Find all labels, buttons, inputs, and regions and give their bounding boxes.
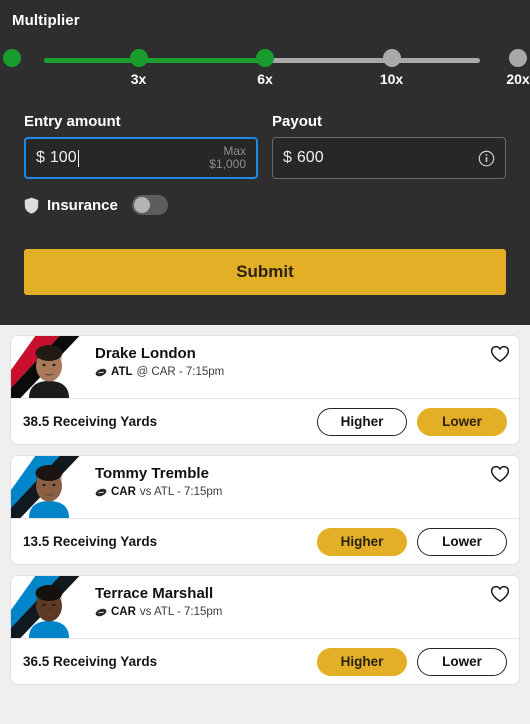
submit-button[interactable]: Submit [24, 249, 506, 295]
slider-stop-6x[interactable] [256, 49, 274, 67]
text-caret [77, 149, 79, 167]
stat-line: 38.5 Receiving Yards [23, 414, 158, 429]
choice-group: Higher Lower [317, 407, 507, 436]
avatar [11, 456, 87, 518]
higher-button[interactable]: Higher [317, 527, 407, 556]
matchup-text: @ CAR - 7:15pm [136, 366, 225, 378]
slider-label-3x: 3x [130, 71, 147, 87]
toggle-knob [133, 197, 150, 213]
favorite-button[interactable] [490, 464, 510, 484]
slider-stop-1x[interactable] [3, 49, 21, 67]
player-info: Tommy Tremble CAR vs ATL - 7:15pm [87, 456, 519, 518]
matchup-text: vs ATL - 7:15pm [139, 486, 223, 498]
player-name: Terrace Marshall [95, 585, 214, 602]
player-info: Drake London ATL @ CAR - 7:15pm [87, 336, 519, 398]
player-matchup: CAR vs ATL - 7:15pm [95, 606, 519, 618]
payout-label: Payout [272, 113, 323, 130]
player-name: Drake London [95, 345, 196, 362]
slider-label-20x: 20x [506, 71, 530, 87]
choice-group: Higher Lower [317, 647, 507, 676]
entry-max-hint: Max $1,000 [209, 145, 246, 171]
shield-icon [24, 197, 39, 214]
multiplier-title: Multiplier [12, 12, 80, 29]
slider-label-6x: 6x [257, 71, 273, 87]
entry-amount-value: 100 [49, 149, 77, 166]
football-icon [95, 368, 107, 377]
submit-row: Submit [12, 249, 518, 295]
multiplier-slider[interactable]: 3x 6x 10x 20x [3, 49, 530, 109]
entry-amount-input[interactable]: $ 100 Max $1,000 [24, 137, 258, 179]
player-matchup: CAR vs ATL - 7:15pm [95, 486, 519, 498]
payout-field: $ 600 [272, 137, 506, 179]
slider-stop-20x[interactable] [509, 49, 527, 67]
picks-list: Drake London ATL @ CAR - 7:15pm 38.5 Rec… [0, 325, 530, 724]
pick-card-actions: 13.5 Receiving Yards Higher Lower [11, 518, 519, 564]
football-icon [95, 608, 107, 617]
slider-stop-10x[interactable] [382, 49, 401, 67]
entry-currency-symbol: $ [36, 149, 45, 166]
matchup-text: vs ATL - 7:15pm [139, 606, 223, 618]
pick-card-actions: 38.5 Receiving Yards Higher Lower [11, 398, 519, 444]
payout-group: Payout $ 600 [272, 113, 506, 179]
avatar [11, 576, 87, 638]
lower-button[interactable]: Lower [417, 527, 507, 556]
heart-icon [490, 585, 510, 603]
pick-card: Tommy Tremble CAR vs ATL - 7:15pm 13.5 R… [10, 455, 520, 565]
entry-amount-label: Entry amount [24, 113, 121, 130]
player-matchup: ATL @ CAR - 7:15pm [95, 366, 519, 378]
pick-card-header: Drake London ATL @ CAR - 7:15pm [11, 336, 519, 398]
pick-card-header: Terrace Marshall CAR vs ATL - 7:15pm [11, 576, 519, 638]
player-info: Terrace Marshall CAR vs ATL - 7:15pm [87, 576, 519, 638]
entry-builder-screen: Multiplier 3x 6x 10x 20x Entry amount $ 100… [0, 0, 530, 724]
team-abbr: ATL [111, 366, 133, 378]
slider-label-10x: 10x [379, 71, 404, 87]
payout-currency-symbol: $ [283, 149, 292, 166]
insurance-toggle[interactable] [131, 195, 168, 215]
heart-icon [490, 345, 510, 363]
pick-card-header: Tommy Tremble CAR vs ATL - 7:15pm [11, 456, 519, 518]
max-value: $1,000 [209, 157, 246, 171]
team-abbr: CAR [111, 486, 136, 498]
pick-card: Drake London ATL @ CAR - 7:15pm 38.5 Rec… [10, 335, 520, 445]
higher-button[interactable]: Higher [317, 407, 407, 436]
insurance-row: Insurance [12, 195, 518, 215]
pick-card-actions: 36.5 Receiving Yards Higher Lower [11, 638, 519, 684]
info-circle-icon[interactable] [478, 150, 495, 167]
entry-panel: Multiplier 3x 6x 10x 20x Entry amount $ 100… [0, 0, 530, 325]
team-abbr: CAR [111, 606, 136, 618]
higher-button[interactable]: Higher [317, 647, 407, 676]
heart-icon [490, 465, 510, 483]
choice-group: Higher Lower [317, 527, 507, 556]
amount-fields: Entry amount $ 100 Max $1,000 Payout $ 6… [12, 113, 518, 179]
entry-amount-group: Entry amount $ 100 Max $1,000 [24, 113, 258, 179]
stat-line: 13.5 Receiving Yards [23, 534, 158, 549]
insurance-label: Insurance [47, 196, 118, 214]
player-name: Tommy Tremble [95, 465, 209, 482]
favorite-button[interactable] [490, 584, 510, 604]
favorite-button[interactable] [490, 344, 510, 364]
stat-line: 36.5 Receiving Yards [23, 654, 158, 669]
lower-button[interactable]: Lower [417, 647, 507, 676]
pick-card: Terrace Marshall CAR vs ATL - 7:15pm 36.… [10, 575, 520, 685]
slider-fill [44, 58, 258, 63]
slider-stop-3x[interactable] [129, 49, 148, 67]
football-icon [95, 488, 107, 497]
payout-value: 600 [296, 149, 324, 166]
lower-button[interactable]: Lower [417, 407, 507, 436]
avatar [11, 336, 87, 398]
